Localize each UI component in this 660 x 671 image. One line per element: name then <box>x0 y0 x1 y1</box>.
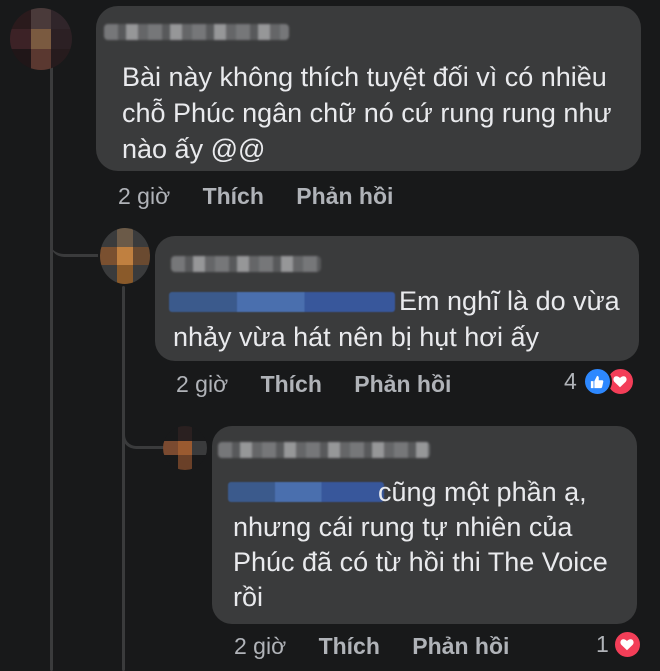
mention-tag-blurred[interactable] <box>228 482 384 502</box>
thread-connector-reply-2 <box>122 418 165 449</box>
reaction-count: 4 <box>564 368 577 394</box>
thread-line-reply <box>122 286 125 671</box>
timestamp[interactable]: 2 giờ <box>118 183 170 209</box>
love-icon <box>612 630 642 659</box>
comment-meta: 2 giờ Thích Phản hồi <box>176 371 451 398</box>
timestamp[interactable]: 2 giờ <box>234 633 286 659</box>
comment-text-line: Em nghĩ là do vừa <box>399 286 620 316</box>
avatar[interactable] <box>10 8 72 70</box>
comment-meta: 2 giờ Thích Phản hồi <box>234 633 509 660</box>
avatar[interactable] <box>163 426 207 470</box>
author-name-blurred[interactable] <box>218 442 430 458</box>
like-button[interactable]: Thích <box>261 371 322 397</box>
comment-bubble: Bài này không thích tuyệt đối vì có nhiề… <box>96 6 641 171</box>
thread-line-main <box>50 62 53 671</box>
like-button[interactable]: Thích <box>203 183 264 209</box>
author-name-blurred[interactable] <box>104 24 289 40</box>
comment-text-line: nhảy vừa hát nên bị hụt hơi ấy <box>173 322 540 352</box>
comment-text-line: rồi <box>233 582 264 612</box>
reply-button[interactable]: Phản hồi <box>412 633 509 659</box>
comment-text-line: cũng một phần ạ, <box>378 477 587 507</box>
avatar[interactable] <box>100 228 150 284</box>
comment-text-line: nào ấy @@ <box>122 134 266 164</box>
reaction-count: 1 <box>596 631 609 657</box>
reply-button[interactable]: Phản hồi <box>296 183 393 209</box>
comment-bubble: Em nghĩ là do vừa nhảy vừa hát nên bị hụ… <box>155 236 639 361</box>
comment-text-line: chỗ Phúc ngân chữ nó cứ rung rung như <box>122 98 612 128</box>
timestamp[interactable]: 2 giờ <box>176 371 228 397</box>
thread-connector-reply-1 <box>50 228 98 257</box>
like-button[interactable]: Thích <box>319 633 380 659</box>
comment-bubble: cũng một phần ạ, nhưng cái rung tự nhiên… <box>212 426 637 624</box>
like-icon <box>582 367 612 396</box>
author-name-blurred[interactable] <box>171 256 321 272</box>
reaction-summary[interactable]: 1 <box>596 630 642 659</box>
reaction-summary[interactable]: 4 <box>564 367 635 396</box>
comment-meta: 2 giờ Thích Phản hồi <box>118 183 393 210</box>
reply-button[interactable]: Phản hồi <box>354 371 451 397</box>
mention-tag-blurred[interactable] <box>169 292 395 312</box>
comment-text-line: Phúc đã có từ hồi thi The Voice <box>233 547 608 577</box>
comment-text-line: Bài này không thích tuyệt đối vì có nhiề… <box>122 62 607 92</box>
comment-text-line: nhưng cái rung tự nhiên của <box>233 512 573 542</box>
